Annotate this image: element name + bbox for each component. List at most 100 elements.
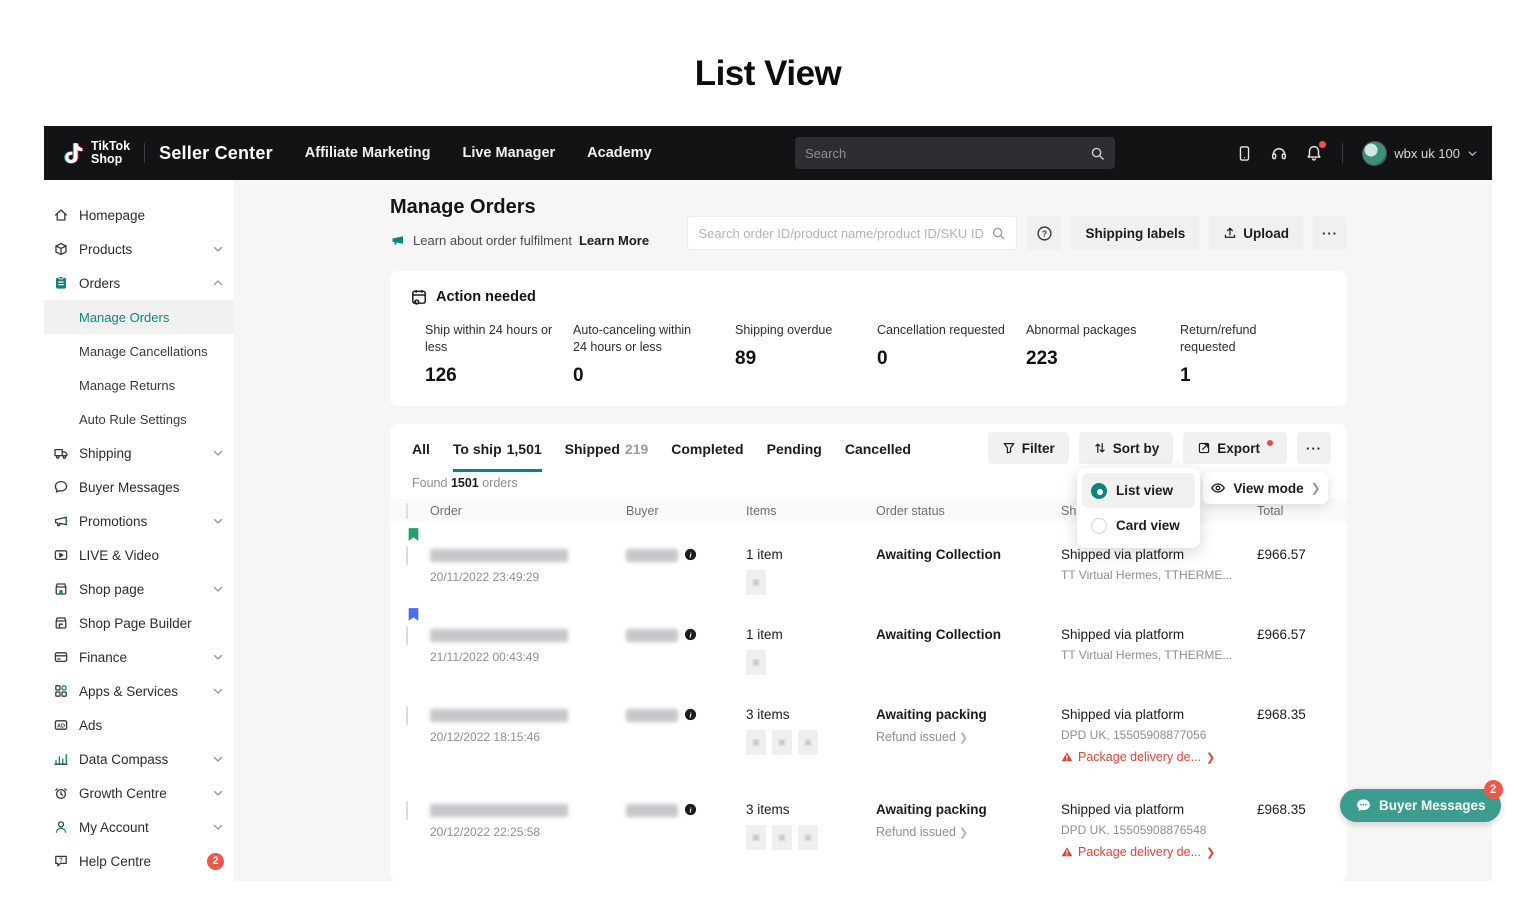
shipping-method: Shipped via platform	[1061, 547, 1257, 562]
topbar-actions: wbx uk 100	[1236, 126, 1478, 180]
buyer-messages-fab[interactable]: Buyer Messages 2	[1340, 789, 1501, 822]
sort-button[interactable]: Sort by	[1079, 432, 1174, 464]
orders-icon	[53, 275, 70, 291]
sidebar: HomepageProductsOrdersManage OrdersManag…	[44, 180, 234, 881]
chevron-down-icon	[212, 821, 224, 833]
sidebar-item-help-centre[interactable]: ?Help Centre2	[44, 844, 234, 878]
bookmark-blue-icon[interactable]	[407, 607, 420, 627]
banner-text: Learn about order fulfilment	[413, 233, 572, 248]
shop-icon	[53, 581, 70, 597]
sidebar-item-data-compass[interactable]: Data Compass	[44, 742, 234, 776]
order-rows: 20/11/2022 23:49:29 i 1 item ▣ Awaiting …	[390, 523, 1347, 873]
more-button[interactable]: ···	[1313, 216, 1347, 250]
global-search-input[interactable]	[805, 146, 1090, 161]
support-headset-icon[interactable]	[1270, 144, 1288, 162]
nav-live-manager[interactable]: Live Manager	[462, 145, 555, 161]
view-mode-button[interactable]: View mode ❯	[1203, 472, 1328, 504]
chevron-down-icon	[212, 583, 224, 595]
view-mode-popup: List view Card view	[1077, 468, 1200, 548]
sidebar-item-growth-centre[interactable]: Growth Centre	[44, 776, 234, 810]
sidebar-item-shipping[interactable]: Shipping	[44, 436, 234, 470]
sidebar-item-orders[interactable]: Orders	[44, 266, 234, 300]
notifications-bell-icon[interactable]	[1305, 144, 1323, 162]
mobile-app-icon[interactable]	[1236, 145, 1253, 162]
sidebar-item-products[interactable]: Products	[44, 232, 234, 266]
tiktok-shop-logo[interactable]: TikTok Shop	[60, 140, 130, 166]
sidebar-item-shop-page-builder[interactable]: Shop Page Builder	[44, 606, 234, 640]
logo-text: TikTok Shop	[91, 140, 130, 166]
eye-icon	[1210, 480, 1226, 496]
select-all-checkbox[interactable]	[406, 503, 408, 519]
sidebar-item-auto-rule-settings[interactable]: Auto Rule Settings	[44, 402, 234, 436]
view-option-card-view[interactable]: Card view	[1082, 508, 1195, 543]
learn-more-link[interactable]: Learn More	[579, 233, 649, 248]
sidebar-item-shop-page[interactable]: Shop page	[44, 572, 234, 606]
tab-pending[interactable]: Pending	[767, 441, 822, 472]
nav-academy[interactable]: Academy	[587, 145, 651, 161]
row-checkbox[interactable]	[406, 546, 408, 565]
app-window: TikTok Shop Seller Center Affiliate Mark…	[44, 126, 1492, 881]
sidebar-item-manage-orders[interactable]: Manage Orders	[44, 300, 234, 334]
export-button[interactable]: Export	[1183, 432, 1287, 464]
info-icon[interactable]: i	[684, 628, 697, 641]
chevron-down-icon	[212, 787, 224, 799]
sidebar-item-manage-cancellations[interactable]: Manage Cancellations	[44, 334, 234, 368]
item-thumbnail: ▣	[772, 825, 792, 850]
bookmark-green-icon[interactable]	[407, 527, 420, 547]
main-area: Manage Orders Learn about order fulfilme…	[234, 180, 1492, 881]
item-thumbnail: ▣	[798, 730, 818, 755]
sidebar-item-finance[interactable]: Finance	[44, 640, 234, 674]
more-button[interactable]: ···	[1297, 432, 1331, 464]
order-id-redacted	[430, 804, 568, 817]
action-needed-title: Action needed	[436, 289, 536, 305]
table-row: 20/12/2022 18:15:46 i 3 items ▣▣▣ Awaiti…	[390, 683, 1347, 778]
sidebar-item-buyer-messages[interactable]: Buyer Messages	[44, 470, 234, 504]
row-checkbox[interactable]	[406, 706, 408, 725]
info-icon[interactable]: i	[684, 803, 697, 816]
sidebar-item-homepage[interactable]: Homepage	[44, 198, 234, 232]
items-cell: 3 items ▣▣▣	[746, 707, 876, 755]
row-checkbox[interactable]	[406, 801, 408, 820]
sidebar-item-promotions[interactable]: Promotions	[44, 504, 234, 538]
stat-ship-within-24-hours-or-less: Ship within 24 hours or less 126	[425, 322, 573, 387]
export-badge-dot	[1267, 440, 1273, 446]
ellipsis-icon: ···	[1322, 226, 1338, 241]
order-search-input[interactable]	[698, 226, 991, 241]
sidebar-item-ads[interactable]: ADAds	[44, 708, 234, 742]
growth-icon	[53, 785, 70, 801]
filter-button[interactable]: Filter	[988, 432, 1069, 464]
seller-center-title[interactable]: Seller Center	[159, 143, 273, 164]
help-button[interactable]: ?	[1027, 216, 1061, 250]
row-checkbox[interactable]	[406, 626, 408, 645]
shipping-labels-button[interactable]: Shipping labels	[1071, 216, 1199, 250]
sidebar-item-apps-services[interactable]: Apps & Services	[44, 674, 234, 708]
chevron-down-icon	[212, 753, 224, 765]
tab-to-ship[interactable]: To ship1,501	[453, 441, 542, 472]
nav-affiliate-marketing[interactable]: Affiliate Marketing	[305, 145, 431, 161]
package-delivery-warning[interactable]: Package delivery de...❯	[1061, 845, 1257, 859]
shipping-cell: Shipped via platform DPD UK, 15505908877…	[1061, 707, 1257, 764]
megaphone-icon	[390, 232, 406, 248]
tab-all[interactable]: All	[412, 441, 430, 472]
info-icon[interactable]: i	[684, 548, 697, 561]
divider	[1342, 143, 1343, 163]
account-menu[interactable]: wbx uk 100	[1362, 141, 1478, 166]
buyer-cell: i	[626, 547, 746, 562]
sidebar-item-my-account[interactable]: My Account	[44, 810, 234, 844]
tab-shipped[interactable]: Shipped219	[565, 441, 649, 472]
view-option-list-view[interactable]: List view	[1082, 473, 1195, 508]
sidebar-item-live-video[interactable]: LIVE & Video	[44, 538, 234, 572]
svg-text:?: ?	[59, 857, 63, 864]
sidebar-item-manage-returns[interactable]: Manage Returns	[44, 368, 234, 402]
refund-issued-link[interactable]: Refund issued❯	[876, 825, 1061, 839]
tab-completed[interactable]: Completed	[671, 441, 743, 472]
items-cell: 1 item ▣	[746, 547, 876, 595]
search-icon	[991, 226, 1006, 241]
radio-unselected	[1091, 518, 1107, 534]
package-delivery-warning[interactable]: Package delivery de...❯	[1061, 750, 1257, 764]
refund-issued-link[interactable]: Refund issued❯	[876, 730, 1061, 744]
order-id-redacted	[430, 549, 568, 562]
info-icon[interactable]: i	[684, 708, 697, 721]
tab-cancelled[interactable]: Cancelled	[845, 441, 911, 472]
upload-button[interactable]: Upload	[1209, 216, 1303, 250]
